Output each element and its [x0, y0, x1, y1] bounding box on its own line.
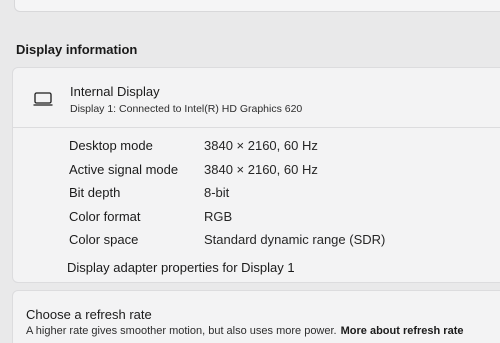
- refresh-rate-title: Choose a refresh rate: [26, 307, 152, 322]
- section-title: Display information: [16, 42, 138, 57]
- display-header: Internal Display Display 1: Connected to…: [13, 68, 500, 128]
- property-value: 3840 × 2160, 60 Hz: [204, 138, 318, 153]
- refresh-rate-description: A higher rate gives smoother motion, but…: [26, 325, 500, 337]
- property-label: Color format: [69, 208, 141, 224]
- property-value: 8-bit: [204, 185, 230, 200]
- property-row-bit-depth: Bit depth 8-bit: [69, 185, 469, 209]
- property-row-color-space: Color space Standard dynamic range (SDR): [69, 232, 469, 256]
- property-label: Desktop mode: [69, 138, 153, 153]
- refresh-rate-description-text: A higher rate gives smoother motion, but…: [26, 325, 337, 337]
- property-value: RGB: [204, 208, 233, 224]
- monitor-icon: [33, 92, 53, 106]
- refresh-rate-card: Choose a refresh rate A higher rate give…: [12, 290, 500, 343]
- previous-settings-card: [14, 0, 500, 12]
- property-label: Color space: [69, 232, 139, 247]
- display-connection: Display 1: Connected to Intel(R) HD Grap…: [70, 103, 303, 115]
- display-adapter-properties-link[interactable]: Display adapter properties for Display 1: [67, 260, 295, 275]
- property-label: Bit depth: [69, 185, 121, 200]
- property-label: Active signal mode: [69, 161, 179, 177]
- more-about-refresh-rate-link[interactable]: More about refresh rate: [341, 325, 464, 337]
- display-properties: Desktop mode 3840 × 2160, 60 Hz Active s…: [69, 138, 469, 256]
- display-information-card: Internal Display Display 1: Connected to…: [12, 67, 500, 283]
- property-value: 3840 × 2160, 60 Hz: [204, 161, 318, 177]
- property-row-desktop-mode: Desktop mode 3840 × 2160, 60 Hz: [69, 138, 469, 162]
- property-row-color-format: Color format RGB: [69, 209, 469, 233]
- property-row-active-signal-mode: Active signal mode 3840 × 2160, 60 Hz: [69, 162, 469, 186]
- display-name: Internal Display: [70, 84, 160, 99]
- property-value: Standard dynamic range (SDR): [204, 232, 386, 247]
